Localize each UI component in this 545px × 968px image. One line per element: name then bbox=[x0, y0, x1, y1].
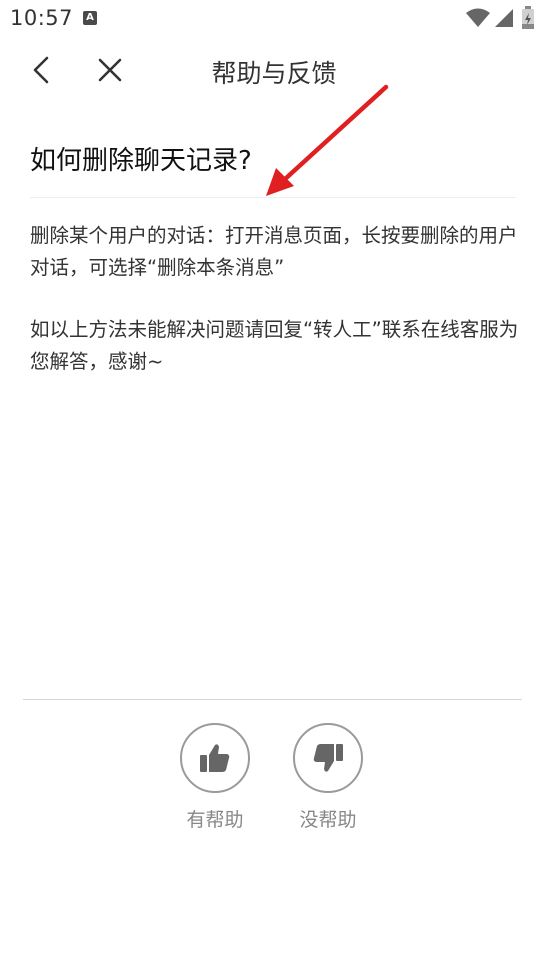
unhelpful-button[interactable]: 没帮助 bbox=[283, 723, 373, 832]
question-title: 如何删除聊天记录? bbox=[30, 146, 252, 176]
divider bbox=[30, 197, 516, 198]
divider bbox=[23, 699, 522, 700]
helpful-button[interactable]: 有帮助 bbox=[170, 723, 260, 832]
page-title: 帮助与反馈 bbox=[211, 59, 337, 88]
answer-paragraph: 如以上方法未能解决问题请回复“转人工”联系在线客服为您解答，感谢~ bbox=[30, 318, 519, 373]
status-bar: 10:57 A bbox=[0, 0, 545, 36]
unhelpful-label: 没帮助 bbox=[299, 809, 357, 831]
wifi-icon bbox=[466, 8, 490, 27]
thumbs-up-icon bbox=[200, 744, 230, 772]
status-time: 10:57 bbox=[10, 6, 74, 30]
helpful-circle bbox=[180, 723, 250, 793]
thumbs-down-icon bbox=[313, 744, 343, 772]
helpful-label: 有帮助 bbox=[186, 809, 244, 831]
answer-paragraph: 删除某个用户的对话：打开消息页面，长按要删除的用户对话，可选择“删除本条消息” bbox=[30, 224, 518, 279]
app-notification-icon: A bbox=[83, 11, 97, 25]
battery-icon bbox=[522, 6, 534, 29]
nav-bar: 帮助与反馈 bbox=[0, 40, 545, 100]
answer-content: 删除某个用户的对话：打开消息页面，长按要删除的用户对话，可选择“删除本条消息” … bbox=[30, 220, 520, 378]
unhelpful-circle bbox=[293, 723, 363, 793]
help-feedback-screen: 10:57 A 帮助与反馈 如何删除聊天记录? 删除某个用户的对话：打开消息页面… bbox=[0, 0, 545, 968]
signal-icon bbox=[495, 9, 513, 27]
